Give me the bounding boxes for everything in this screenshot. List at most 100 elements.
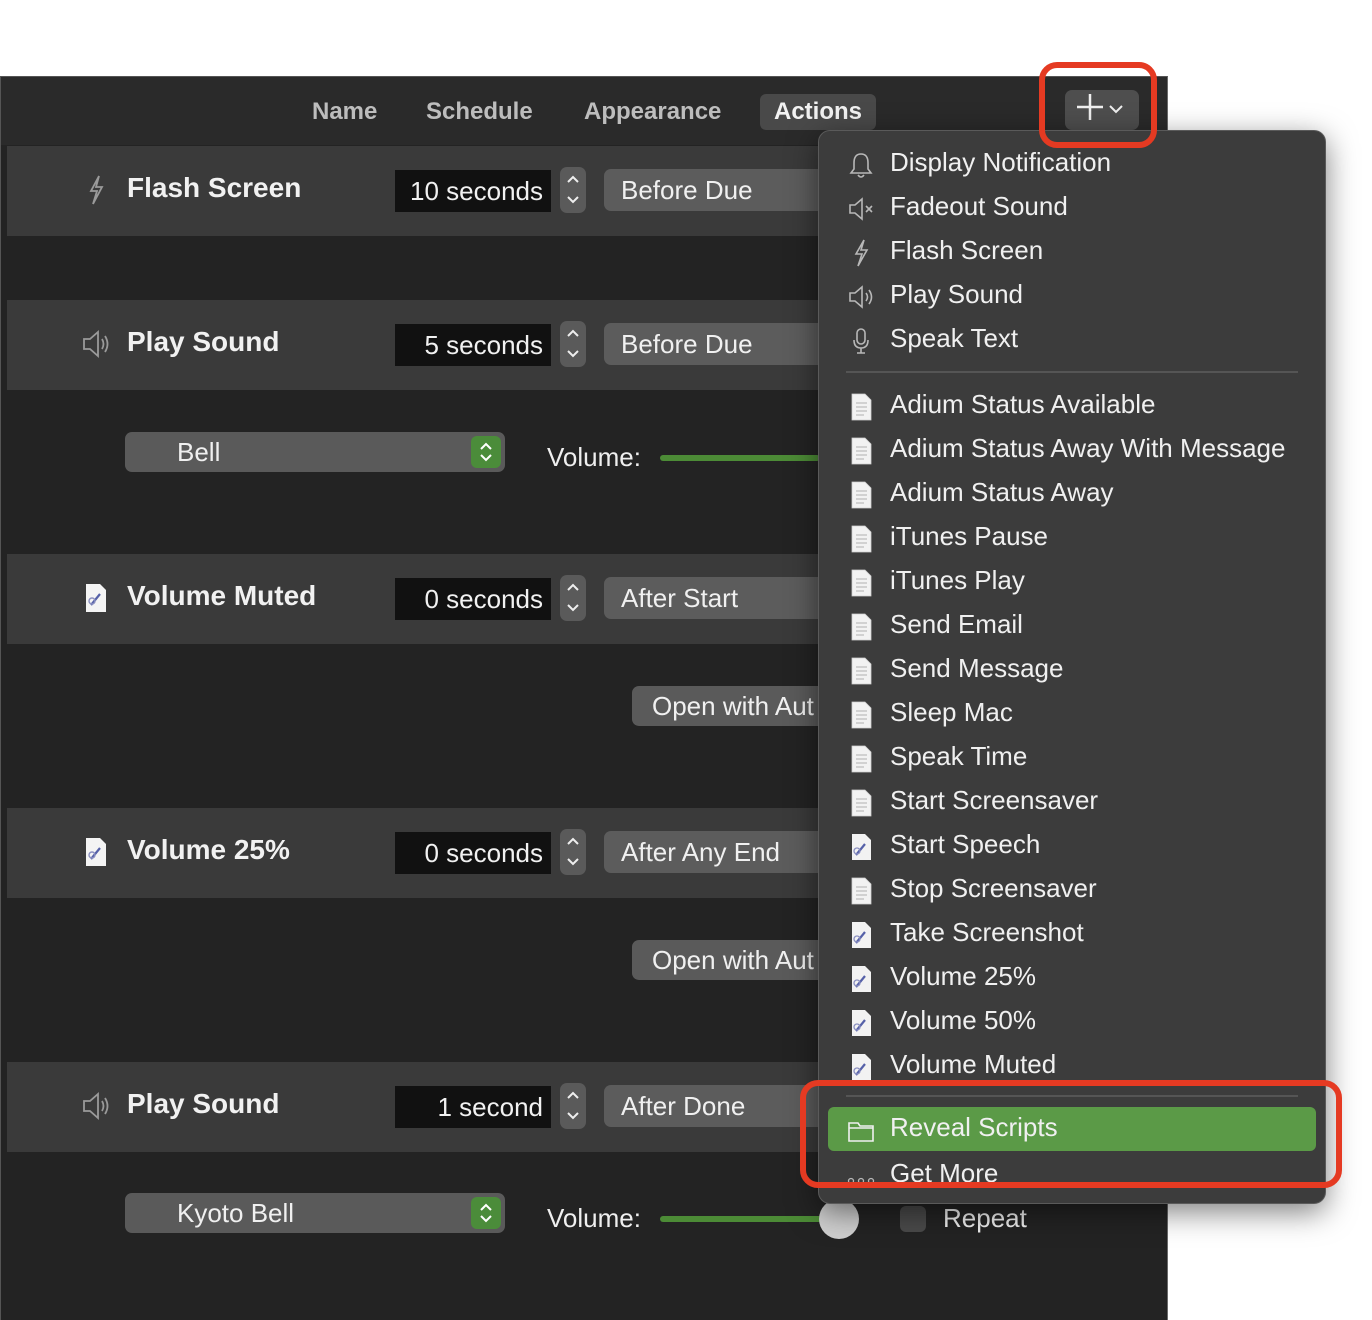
- menu-item-script[interactable]: Stop Screensaver: [819, 868, 1325, 912]
- lightning-icon: [89, 175, 104, 205]
- sound-popup[interactable]: Bell: [125, 432, 505, 472]
- duration-field[interactable]: 10 seconds: [395, 170, 551, 212]
- script-icon: [86, 838, 106, 866]
- script-icon: [86, 584, 106, 612]
- menu-item-speak-text[interactable]: Speak Text: [819, 318, 1325, 362]
- menu-item-label: Adium Status Available: [890, 389, 1156, 419]
- volume-slider[interactable]: [660, 1216, 838, 1222]
- document-icon: [851, 569, 872, 597]
- menu-item-fadeout-sound[interactable]: Fadeout Sound: [819, 186, 1325, 230]
- duration-field[interactable]: 5 seconds: [395, 324, 551, 366]
- duration-stepper[interactable]: [560, 1083, 586, 1129]
- tab-schedule[interactable]: Schedule: [412, 94, 547, 130]
- menu-item-label: iTunes Pause: [890, 521, 1049, 551]
- document-icon: [851, 613, 872, 641]
- menu-item-label: Send Email: [890, 609, 1023, 639]
- menu-item-script[interactable]: Sleep Mac: [819, 692, 1325, 736]
- timing-popup[interactable]: Before Due: [604, 169, 844, 211]
- annotation-highlight-add-button: [1039, 62, 1157, 148]
- menu-item-script[interactable]: Adium Status Away With Message: [819, 428, 1325, 472]
- microphone-icon: [853, 328, 869, 354]
- menu-item-label: Volume Muted: [890, 1049, 1057, 1079]
- repeat-label: Repeat: [943, 1203, 1027, 1233]
- menu-item-label: Adium Status Away With Message: [890, 433, 1286, 463]
- menu-item-label: Fadeout Sound: [890, 191, 1068, 221]
- repeat-checkbox[interactable]: [900, 1206, 926, 1232]
- menu-item-label: Volume 50%: [890, 1005, 1036, 1035]
- document-icon: [851, 877, 872, 905]
- tab-actions[interactable]: Actions: [760, 94, 877, 130]
- sound-popup-label: Bell: [177, 437, 221, 467]
- menu-item-script[interactable]: Volume 25%: [819, 956, 1325, 1000]
- menu-item-script[interactable]: Speak Time: [819, 736, 1325, 780]
- menu-separator: [846, 371, 1298, 373]
- timing-popup[interactable]: After Any End: [604, 831, 844, 873]
- menu-item-script[interactable]: Adium Status Away: [819, 472, 1325, 516]
- script-icon: [852, 922, 871, 948]
- document-icon: [851, 701, 872, 729]
- menu-item-script[interactable]: iTunes Play: [819, 560, 1325, 604]
- duration-field[interactable]: 0 seconds: [395, 832, 551, 874]
- timing-popup[interactable]: After Start: [604, 577, 844, 619]
- action-title: Volume 25%: [127, 834, 290, 865]
- tab-name[interactable]: Name: [298, 94, 391, 130]
- duration-stepper[interactable]: [560, 575, 586, 621]
- menu-item-label: Take Screenshot: [890, 917, 1084, 947]
- duration-stepper[interactable]: [560, 321, 586, 367]
- menu-item-flash-screen[interactable]: Flash Screen: [819, 230, 1325, 274]
- document-icon: [851, 481, 872, 509]
- duration-stepper[interactable]: [560, 167, 586, 213]
- document-icon: [851, 393, 872, 421]
- menu-item-label: Sleep Mac: [890, 697, 1013, 727]
- action-title: Volume Muted: [127, 580, 317, 611]
- tab-appearance[interactable]: Appearance: [570, 94, 735, 130]
- menu-item-play-sound[interactable]: Play Sound: [819, 274, 1325, 318]
- lightning-icon: [854, 239, 869, 267]
- menu-item-label: Speak Text: [890, 323, 1019, 353]
- menu-item-script[interactable]: Adium Status Available: [819, 384, 1325, 428]
- menu-item-label: Send Message: [890, 653, 1064, 683]
- menu-item-script[interactable]: Start Speech: [819, 824, 1325, 868]
- menu-item-script[interactable]: Volume 50%: [819, 1000, 1325, 1044]
- duration-field[interactable]: 1 second: [395, 1086, 551, 1128]
- menu-item-label: Speak Time: [890, 741, 1028, 771]
- bell-icon: [849, 153, 873, 178]
- script-icon: [852, 834, 871, 860]
- speaker-icon: [83, 1092, 109, 1120]
- script-icon: [852, 966, 871, 992]
- add-action-menu: Display Notification Fadeout Sound Flash…: [818, 130, 1326, 1204]
- annotation-highlight-reveal-scripts: [800, 1080, 1342, 1188]
- timing-popup[interactable]: Before Due: [604, 323, 844, 365]
- menu-item-label: Start Speech: [890, 829, 1041, 859]
- menu-item-script[interactable]: Send Message: [819, 648, 1325, 692]
- duration-field[interactable]: 0 seconds: [395, 578, 551, 620]
- menu-item-label: Stop Screensaver: [890, 873, 1097, 903]
- volume-label: Volume:: [547, 1203, 641, 1233]
- action-title: Play Sound: [127, 1088, 280, 1119]
- menu-item-script[interactable]: Send Email: [819, 604, 1325, 648]
- menu-item-label: Display Notification: [890, 147, 1112, 177]
- document-icon: [851, 525, 872, 553]
- speaker-icon: [83, 330, 109, 358]
- menu-item-script[interactable]: Take Screenshot: [819, 912, 1325, 956]
- menu-item-script[interactable]: Start Screensaver: [819, 780, 1325, 824]
- menu-item-script[interactable]: iTunes Pause: [819, 516, 1325, 560]
- volume-slider[interactable]: [660, 455, 820, 461]
- updown-arrows-icon: [471, 436, 501, 468]
- volume-label: Volume:: [547, 442, 641, 472]
- speaker-icon: [849, 285, 873, 309]
- sound-popup-label: Kyoto Bell: [177, 1198, 295, 1228]
- document-icon: [851, 745, 872, 773]
- sound-popup[interactable]: Kyoto Bell: [125, 1193, 505, 1233]
- volume-slider-knob[interactable]: [819, 1199, 859, 1239]
- menu-item-label: Start Screensaver: [890, 785, 1099, 815]
- duration-stepper[interactable]: [560, 829, 586, 875]
- document-icon: [851, 437, 872, 465]
- menu-item-label: Flash Screen: [890, 235, 1044, 265]
- document-icon: [851, 657, 872, 685]
- document-icon: [851, 789, 872, 817]
- menu-item-display-notification[interactable]: Display Notification: [819, 142, 1325, 186]
- updown-arrows-icon: [471, 1197, 501, 1229]
- action-title: Flash Screen: [127, 172, 302, 203]
- action-title: Play Sound: [127, 326, 280, 357]
